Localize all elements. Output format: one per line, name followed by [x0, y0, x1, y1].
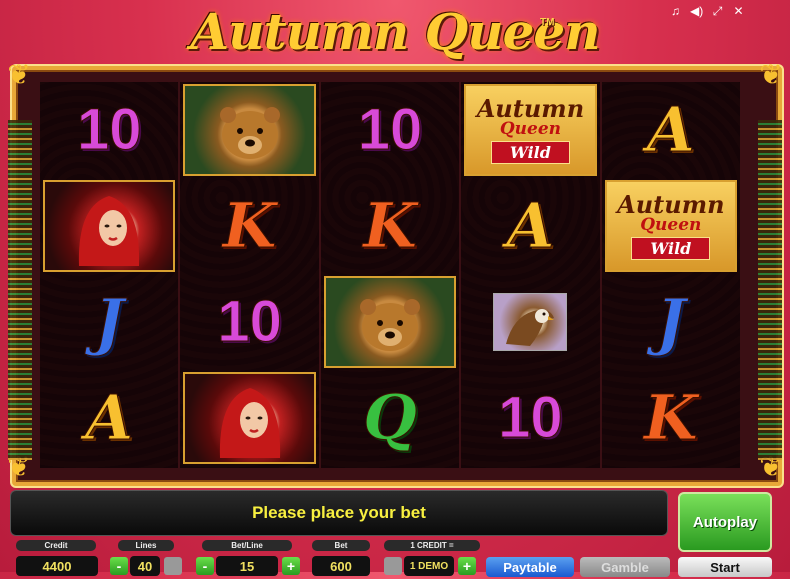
paytable-button[interactable]: Paytable	[486, 557, 574, 577]
reel-symbol: K	[602, 370, 740, 466]
reel-3: 10 K Q	[320, 82, 460, 468]
wild-symbol: Autumn Queen Wild	[466, 86, 595, 174]
gamble-button[interactable]: Gamble	[580, 557, 670, 577]
wild-subtitle: Queen	[499, 118, 561, 139]
reel-symbol: Q	[321, 370, 459, 466]
bet-label: Bet	[312, 540, 370, 551]
symbol-10: 10	[76, 97, 142, 162]
symbol-k: K	[643, 381, 698, 454]
start-button[interactable]: Start	[678, 557, 772, 577]
reel-symbol: 10	[321, 82, 459, 178]
reel-symbol: A	[40, 370, 178, 466]
reel-symbol: A	[602, 82, 740, 178]
reel-symbol: 10	[40, 82, 178, 178]
symbol-q: Q	[362, 381, 418, 454]
payline-indicators-right[interactable]	[758, 120, 782, 460]
lines-value: 40	[130, 556, 160, 576]
reel-symbol: A	[461, 178, 599, 274]
reel-4: Autumn Queen Wild A 10	[461, 82, 600, 468]
lines-minus-button[interactable]: -	[110, 557, 128, 575]
symbol-a: A	[506, 189, 555, 262]
game-title: Autumn Queen	[190, 2, 600, 61]
trademark-label: TM	[540, 17, 555, 28]
symbol-k: K	[222, 189, 277, 262]
symbol-10: 10	[217, 289, 283, 354]
credit-rate-minus-button[interactable]	[384, 557, 402, 575]
wild-banner: Wild	[631, 236, 711, 260]
symbol-k: K	[363, 189, 418, 262]
wild-title: Autumn	[617, 189, 725, 219]
reel-symbol: 10	[180, 274, 318, 370]
reel-symbol: Autumn Queen Wild	[604, 180, 738, 272]
credit-rate-plus-button[interactable]: +	[458, 557, 476, 575]
leaf-ornament-icon: ❦	[7, 59, 31, 90]
reel-symbol: K	[180, 178, 318, 274]
reel-5: A Autumn Queen Wild J K	[601, 82, 741, 468]
message-bar: Please place your bet	[10, 490, 668, 536]
lines-plus-button[interactable]	[164, 557, 182, 575]
reel-symbol	[323, 276, 457, 368]
reel-symbol: K	[321, 178, 459, 274]
symbol-j: J	[94, 285, 124, 358]
reel-symbol: 10	[461, 370, 599, 466]
queen-portrait-icon	[185, 374, 314, 462]
wild-title: Autumn	[476, 93, 585, 123]
leaf-ornament-icon: ❦	[759, 59, 783, 90]
credit-value: 4400	[16, 556, 98, 576]
symbol-j: J	[656, 285, 686, 358]
bear-icon	[325, 278, 455, 366]
wild-symbol: Autumn Queen Wild	[606, 182, 736, 270]
symbol-10: 10	[498, 385, 564, 450]
queen-portrait-icon	[45, 182, 174, 270]
credit-label: Credit	[16, 540, 96, 551]
reel-1: 10 J A	[40, 82, 179, 468]
reel-symbol: J	[602, 274, 740, 370]
status-message: Please place your bet	[252, 503, 426, 522]
reel-symbol	[183, 84, 316, 176]
autoplay-button[interactable]: Autoplay	[678, 492, 772, 552]
reel-symbol: Autumn Queen Wild	[464, 84, 597, 176]
bet-line-minus-button[interactable]: -	[196, 557, 214, 575]
credit-rate-value: 1 DEMO	[404, 556, 454, 576]
symbol-a: A	[85, 381, 134, 454]
wild-subtitle: Queen	[640, 214, 702, 235]
lines-label: Lines	[118, 540, 174, 551]
credit-rate-label: 1 CREDIT =	[384, 540, 480, 551]
symbol-10: 10	[357, 97, 423, 162]
bear-icon	[185, 86, 314, 174]
payline-indicators-left[interactable]	[8, 120, 32, 460]
bet-line-label: Bet/Line	[202, 540, 292, 551]
reel-symbol	[461, 274, 599, 370]
reel-2: K 10	[180, 82, 319, 468]
bet-line-value: 15	[216, 556, 278, 576]
eagle-icon	[493, 293, 568, 351]
symbol-a: A	[646, 93, 695, 166]
bet-line-plus-button[interactable]: +	[282, 557, 300, 575]
wild-banner: Wild	[490, 140, 570, 164]
reel-symbol	[183, 372, 316, 464]
reel-symbol	[43, 180, 176, 272]
reels: 10 J A K 10 10 K Q Autumn Queen Wild A 10 A Autumn Quee…	[40, 82, 741, 468]
reel-symbol: J	[40, 274, 178, 370]
bet-value: 600	[312, 556, 370, 576]
